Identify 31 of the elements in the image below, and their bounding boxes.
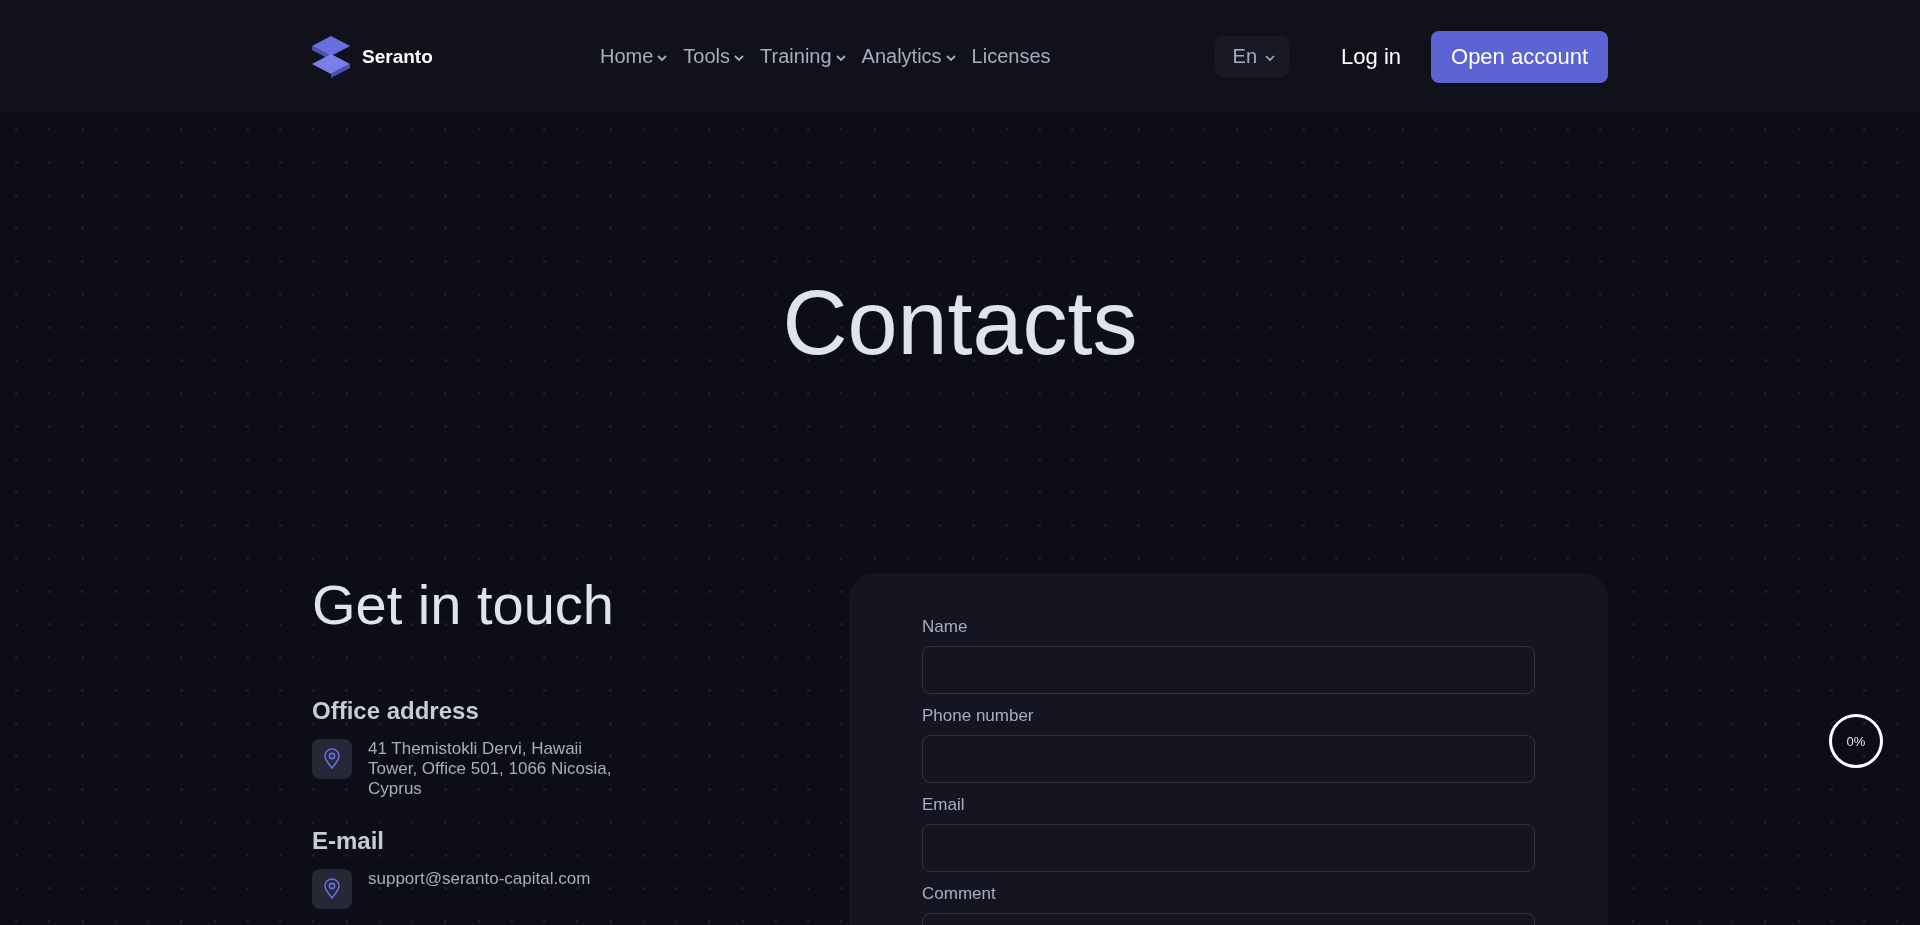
chevron-down-icon bbox=[1265, 54, 1276, 62]
nav-link[interactable]: Home bbox=[600, 45, 668, 68]
location-pin-icon bbox=[312, 869, 352, 909]
section-title: Get in touch bbox=[312, 573, 615, 637]
chevron-down-icon bbox=[835, 54, 846, 62]
field-label: Email bbox=[922, 795, 966, 815]
field-label: Comment bbox=[922, 884, 997, 904]
chevron-down-icon bbox=[945, 54, 956, 62]
nav-link[interactable]: Analytics bbox=[861, 45, 956, 68]
nav-link[interactable]: Training bbox=[760, 45, 846, 68]
contact-detail: support@seranto-capital.com bbox=[368, 869, 592, 890]
field-label: Name bbox=[922, 617, 969, 637]
input-field[interactable] bbox=[922, 646, 1535, 694]
open-account-button[interactable]: Open account bbox=[1431, 30, 1608, 83]
contact-detail: 41 Themistokli Dervi, Hawaii Tower, Office 501, 1066 Nicosia, Cyprus bbox=[368, 739, 613, 799]
logo-icon[interactable] bbox=[312, 35, 350, 78]
scroll-progress-indicator[interactable]: 0% bbox=[1829, 714, 1883, 768]
input-field[interactable] bbox=[922, 735, 1535, 783]
section-heading: E-mail bbox=[312, 827, 386, 855]
login-link[interactable]: Log in bbox=[1341, 43, 1401, 70]
nav-link[interactable]: Licenses bbox=[971, 45, 1051, 68]
nav-link[interactable]: Tools bbox=[683, 45, 745, 68]
language-dropdown[interactable]: En bbox=[1214, 36, 1290, 77]
field-label: Phone number bbox=[922, 706, 1035, 726]
chevron-down-icon bbox=[657, 54, 668, 62]
section-heading: Office address bbox=[312, 697, 480, 725]
location-pin-icon bbox=[312, 739, 352, 779]
input-field[interactable] bbox=[922, 824, 1535, 872]
logo-text[interactable]: Seranto bbox=[362, 45, 433, 68]
chevron-down-icon bbox=[734, 54, 745, 62]
page-title: Contacts bbox=[781, 272, 1139, 373]
